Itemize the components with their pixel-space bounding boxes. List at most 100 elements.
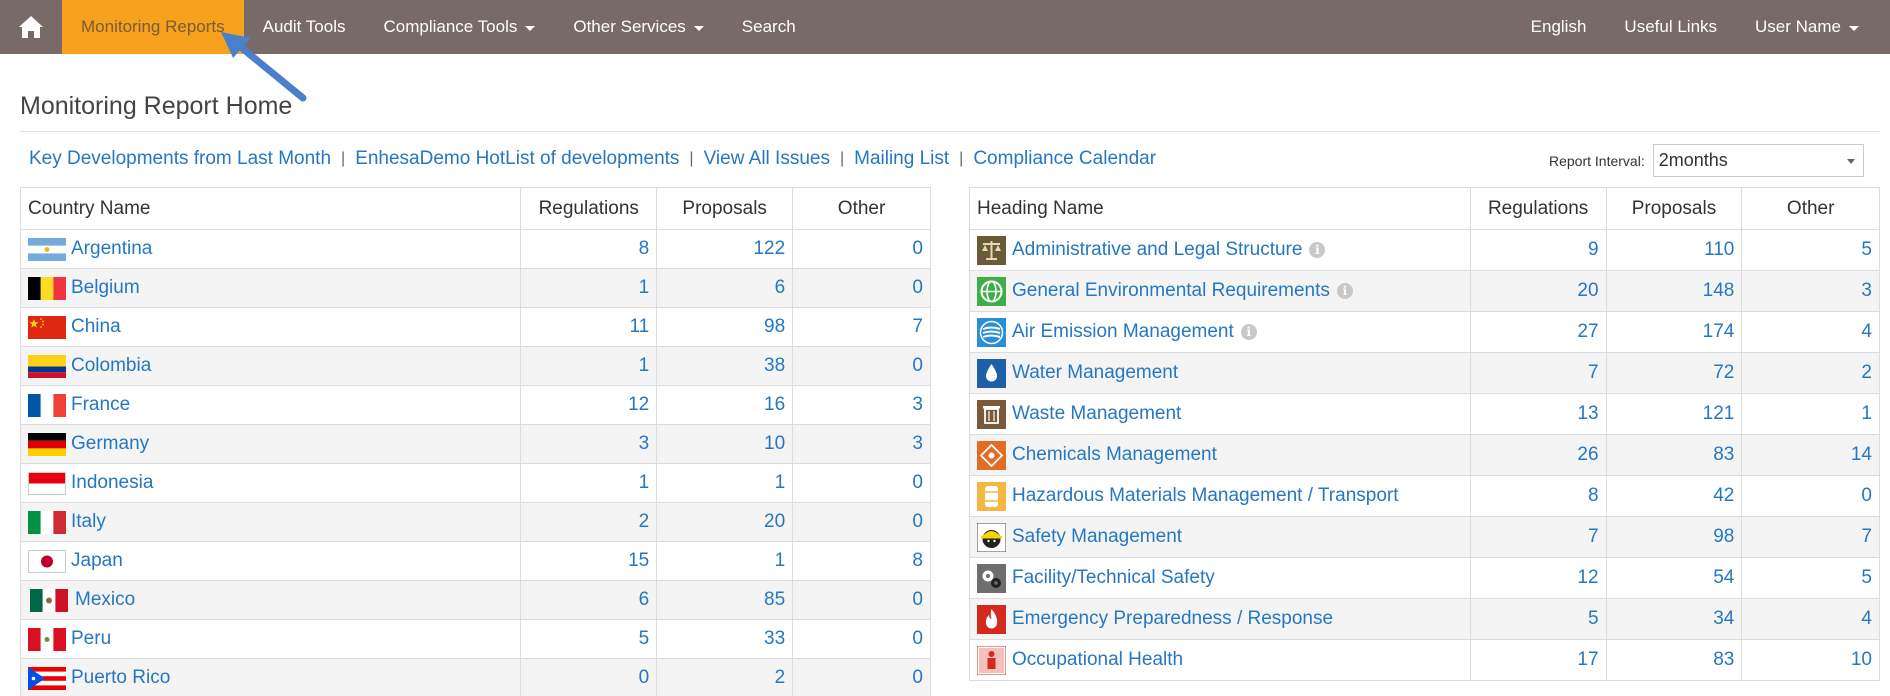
column-header-proposals[interactable]: Proposals	[1605, 187, 1743, 230]
home-button[interactable]	[0, 0, 62, 54]
regulations-count[interactable]: 5	[1469, 598, 1607, 640]
other-count[interactable]: 0	[792, 229, 931, 269]
other-count[interactable]: 1	[1741, 393, 1880, 435]
proposals-count[interactable]: 98	[656, 307, 794, 347]
regulations-count[interactable]: 2	[520, 502, 658, 542]
column-header-heading-name[interactable]: Heading Name	[969, 187, 1471, 230]
other-count[interactable]: 7	[792, 307, 931, 347]
heading-link[interactable]: Occupational Health	[1012, 649, 1183, 671]
regulations-count[interactable]: 11	[520, 307, 658, 347]
nav-language[interactable]: English	[1512, 0, 1606, 54]
other-count[interactable]: 5	[1741, 557, 1880, 599]
heading-link[interactable]: Hazardous Materials Management / Transpo…	[1012, 485, 1399, 507]
other-count[interactable]: 0	[792, 346, 931, 386]
nav-compliance-tools[interactable]: Compliance Tools	[364, 0, 554, 54]
proposals-count[interactable]: 72	[1605, 352, 1743, 394]
proposals-count[interactable]: 83	[1605, 639, 1743, 681]
other-count[interactable]: 3	[1741, 270, 1880, 312]
heading-link[interactable]: General Environmental Requirements	[1012, 280, 1330, 302]
regulations-count[interactable]: 7	[1469, 516, 1607, 558]
country-link[interactable]: Indonesia	[71, 472, 153, 494]
other-count[interactable]: 7	[1741, 516, 1880, 558]
regulations-count[interactable]: 15	[520, 541, 658, 581]
country-link[interactable]: Japan	[71, 550, 123, 572]
proposals-count[interactable]: 33	[656, 619, 794, 659]
other-count[interactable]: 0	[792, 619, 931, 659]
country-link[interactable]: Belgium	[71, 277, 140, 299]
proposals-count[interactable]: 2	[656, 658, 794, 696]
heading-link[interactable]: Facility/Technical Safety	[1012, 567, 1215, 589]
other-count[interactable]: 8	[792, 541, 931, 581]
country-link[interactable]: China	[71, 316, 121, 338]
heading-link[interactable]: Chemicals Management	[1012, 444, 1217, 466]
other-count[interactable]: 14	[1741, 434, 1880, 476]
regulations-count[interactable]: 3	[520, 424, 658, 464]
regulations-count[interactable]: 17	[1469, 639, 1607, 681]
proposals-count[interactable]: 54	[1605, 557, 1743, 599]
regulations-count[interactable]: 12	[520, 385, 658, 425]
link-view-all-issues[interactable]: View All Issues	[704, 148, 830, 170]
other-count[interactable]: 0	[792, 463, 931, 503]
other-count[interactable]: 4	[1741, 311, 1880, 353]
link-hotlist[interactable]: EnhesaDemo HotList of developments	[355, 148, 679, 170]
other-count[interactable]: 0	[792, 658, 931, 696]
column-header-other[interactable]: Other	[792, 187, 931, 230]
regulations-count[interactable]: 8	[1469, 475, 1607, 517]
regulations-count[interactable]: 0	[520, 658, 658, 696]
country-link[interactable]: Peru	[71, 628, 111, 650]
other-count[interactable]: 5	[1741, 229, 1880, 271]
nav-monitoring-reports[interactable]: Monitoring Reports	[62, 0, 244, 54]
proposals-count[interactable]: 34	[1605, 598, 1743, 640]
proposals-count[interactable]: 122	[656, 229, 794, 269]
regulations-count[interactable]: 1	[520, 463, 658, 503]
other-count[interactable]: 3	[792, 385, 931, 425]
heading-link[interactable]: Administrative and Legal Structure	[1012, 239, 1302, 261]
proposals-count[interactable]: 121	[1605, 393, 1743, 435]
other-count[interactable]: 2	[1741, 352, 1880, 394]
heading-link[interactable]: Waste Management	[1012, 403, 1181, 425]
regulations-count[interactable]: 8	[520, 229, 658, 269]
other-count[interactable]: 3	[792, 424, 931, 464]
proposals-count[interactable]: 1	[656, 541, 794, 581]
info-icon[interactable]: i	[1309, 242, 1326, 258]
nav-audit-tools[interactable]: Audit Tools	[244, 0, 365, 54]
regulations-count[interactable]: 9	[1469, 229, 1607, 271]
other-count[interactable]: 0	[792, 502, 931, 542]
proposals-count[interactable]: 38	[656, 346, 794, 386]
proposals-count[interactable]: 10	[656, 424, 794, 464]
country-link[interactable]: Colombia	[71, 355, 151, 377]
regulations-count[interactable]: 6	[520, 580, 658, 620]
nav-search[interactable]: Search	[723, 0, 815, 54]
regulations-count[interactable]: 7	[1469, 352, 1607, 394]
regulations-count[interactable]: 1	[520, 346, 658, 386]
proposals-count[interactable]: 20	[656, 502, 794, 542]
link-key-developments[interactable]: Key Developments from Last Month	[29, 148, 331, 170]
info-icon[interactable]: i	[1240, 324, 1257, 340]
proposals-count[interactable]: 98	[1605, 516, 1743, 558]
proposals-count[interactable]: 85	[656, 580, 794, 620]
column-header-country-name[interactable]: Country Name	[19, 187, 522, 230]
link-mailing-list[interactable]: Mailing List	[854, 148, 949, 170]
other-count[interactable]: 0	[1741, 475, 1880, 517]
proposals-count[interactable]: 6	[656, 268, 794, 308]
other-count[interactable]: 0	[792, 580, 931, 620]
nav-other-services[interactable]: Other Services	[554, 0, 722, 54]
country-link[interactable]: Germany	[71, 433, 149, 455]
country-link[interactable]: Mexico	[75, 589, 135, 611]
regulations-count[interactable]: 5	[520, 619, 658, 659]
proposals-count[interactable]: 110	[1605, 229, 1743, 271]
regulations-count[interactable]: 12	[1469, 557, 1607, 599]
heading-link[interactable]: Safety Management	[1012, 526, 1182, 548]
heading-link[interactable]: Emergency Preparedness / Response	[1012, 608, 1333, 630]
heading-link[interactable]: Air Emission Management	[1012, 321, 1234, 343]
regulations-count[interactable]: 1	[520, 268, 658, 308]
proposals-count[interactable]: 42	[1605, 475, 1743, 517]
regulations-count[interactable]: 20	[1469, 270, 1607, 312]
column-header-other[interactable]: Other	[1741, 187, 1880, 230]
column-header-regulations[interactable]: Regulations	[1469, 187, 1607, 230]
other-count[interactable]: 10	[1741, 639, 1880, 681]
link-compliance-calendar[interactable]: Compliance Calendar	[973, 148, 1156, 170]
nav-useful-links[interactable]: Useful Links	[1605, 0, 1736, 54]
proposals-count[interactable]: 16	[656, 385, 794, 425]
regulations-count[interactable]: 27	[1469, 311, 1607, 353]
